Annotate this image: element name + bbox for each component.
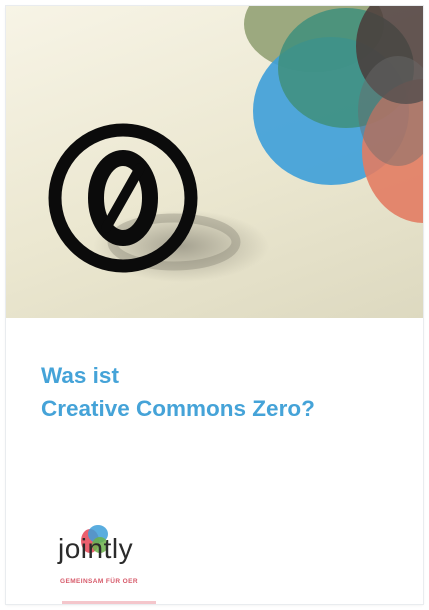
hero-image <box>6 6 423 318</box>
title-line-1: Was ist <box>41 363 119 388</box>
document-page: Was ist Creative Commons Zero? jointly G… <box>0 0 429 610</box>
cover-title: Was ist Creative Commons Zero? <box>41 359 401 425</box>
cc-zero-icon <box>48 123 198 273</box>
hero-illustration <box>48 6 423 282</box>
logo-tagline: GEMEINSAM FÜR OER <box>60 578 138 585</box>
logo-wordmark: jointly <box>58 533 134 564</box>
jointly-logo: jointly GEMEINSAM FÜR OER <box>54 520 194 600</box>
brochure-cover: Was ist Creative Commons Zero? jointly G… <box>6 6 423 604</box>
bottom-accent-bar <box>62 601 156 604</box>
title-line-2: Creative Commons Zero? <box>41 396 315 421</box>
